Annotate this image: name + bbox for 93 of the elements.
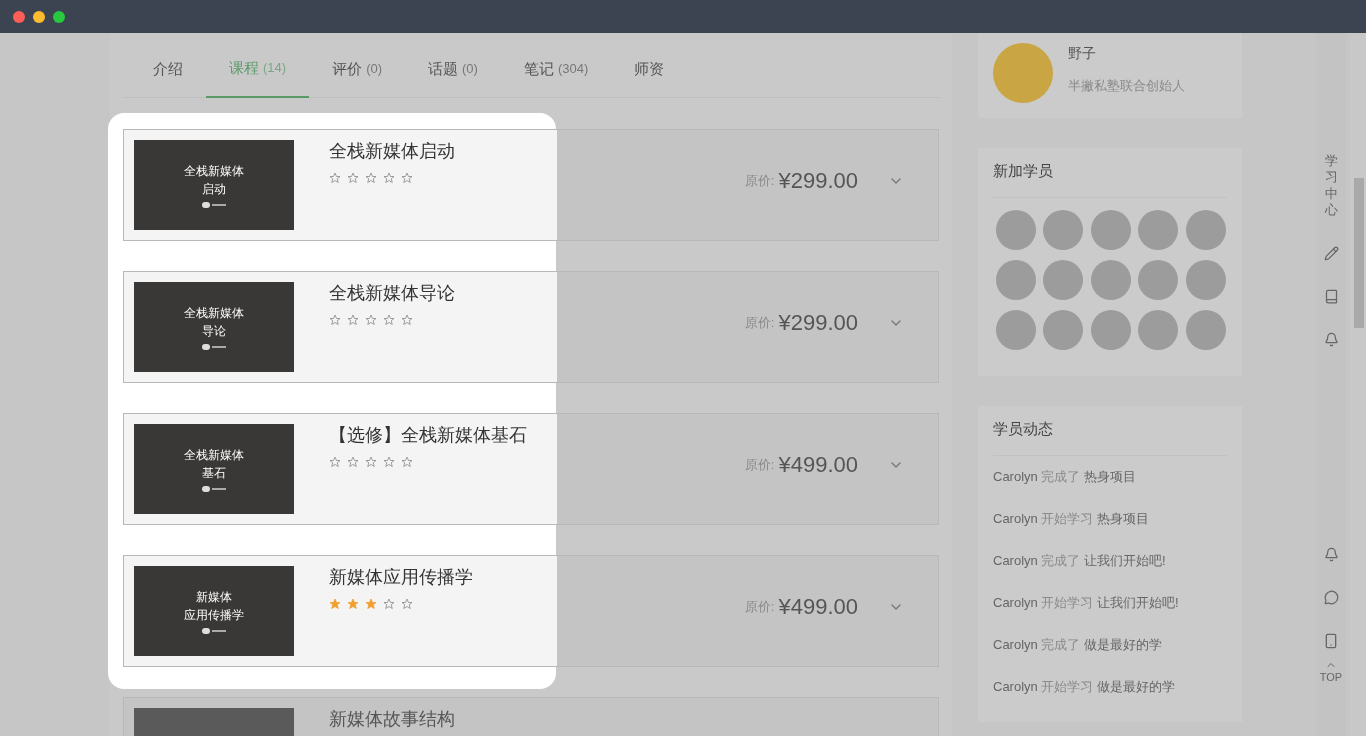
maximize-icon[interactable]	[53, 10, 65, 23]
empty-star-icon	[383, 456, 395, 468]
activity-entry: Carolyn 完成了 做是最好的学	[993, 635, 1164, 654]
course-price: ¥499.00	[778, 451, 858, 479]
price-label: 原价:	[744, 455, 775, 474]
filled-star-icon	[365, 598, 377, 610]
course-title[interactable]: 全栈新媒体启动	[329, 140, 455, 162]
activity-entry: Carolyn 完成了 让我们开始吧!	[993, 551, 1167, 570]
thumbnail-caption: 全栈新媒体	[184, 305, 244, 322]
thumbnail-caption: 导论	[202, 323, 226, 340]
teacher-role: 半撇私塾联合创始人	[1068, 77, 1185, 95]
thumbnail-caption: 启动	[202, 181, 226, 198]
student-avatar[interactable]	[1185, 209, 1226, 250]
course-price: ¥499.00	[778, 593, 858, 621]
bell-icon[interactable]	[1323, 332, 1339, 347]
student-avatar[interactable]	[1090, 309, 1131, 350]
course-card[interactable]: 全栈新媒体 启动 全栈新媒体启动	[124, 130, 557, 240]
section-title: 新加学员	[993, 160, 1227, 198]
teacher-avatar	[993, 43, 1053, 103]
filled-star-icon	[329, 598, 341, 610]
price-label: 原价:	[744, 313, 775, 332]
student-avatar[interactable]	[1138, 259, 1179, 300]
logo-icon	[202, 202, 226, 208]
section-title: 学员动态	[993, 418, 1227, 456]
price-label: 原价:	[744, 597, 775, 616]
empty-star-icon	[401, 598, 413, 610]
empty-star-icon	[347, 172, 359, 184]
student-avatar[interactable]	[1043, 259, 1084, 300]
activity-entry: Carolyn 完成了 热身项目	[993, 467, 1138, 486]
tab[interactable]: 话题 (0)	[405, 40, 501, 98]
empty-star-icon	[365, 172, 377, 184]
course-card[interactable]: 新媒体故事结构	[124, 698, 557, 736]
minimize-icon[interactable]	[33, 10, 45, 23]
empty-star-icon	[365, 456, 377, 468]
bell-icon[interactable]	[1323, 547, 1339, 562]
course-card[interactable]: 全栈新媒体 基石 【选修】全栈新媒体基石	[124, 414, 557, 524]
empty-star-icon	[329, 172, 341, 184]
student-avatar[interactable]	[996, 259, 1036, 300]
student-avatar[interactable]	[1090, 209, 1131, 250]
teacher-name: 野子	[1068, 44, 1097, 63]
course-title[interactable]: 新媒体故事结构	[329, 708, 455, 730]
empty-star-icon	[365, 314, 377, 326]
book-icon[interactable]	[1323, 289, 1339, 304]
course-title[interactable]: 全栈新媒体导论	[329, 282, 455, 304]
chat-icon[interactable]	[1323, 590, 1339, 605]
price-label: 原价:	[744, 171, 775, 190]
thumbnail-caption: 全栈新媒体	[184, 447, 244, 464]
close-icon[interactable]	[13, 10, 25, 23]
course-price: ¥299.00	[778, 309, 858, 337]
course-card[interactable]: 全栈新媒体 导论 全栈新媒体导论	[124, 272, 557, 382]
thumbnail-caption: 新媒体	[196, 589, 232, 606]
student-avatar[interactable]	[1185, 259, 1226, 300]
empty-star-icon	[383, 598, 395, 610]
empty-star-icon	[383, 314, 395, 326]
logo-icon	[202, 486, 226, 492]
student-avatar[interactable]	[1043, 309, 1084, 350]
empty-star-icon	[347, 456, 359, 468]
empty-star-icon	[347, 314, 359, 326]
tab[interactable]: 师资	[611, 40, 688, 98]
thumbnail-caption: 基石	[202, 465, 226, 482]
student-avatar[interactable]	[1090, 259, 1131, 300]
thumbnail-caption: 应用传播学	[184, 607, 244, 624]
course-title[interactable]: 新媒体应用传播学	[329, 566, 473, 588]
activity-entry: Carolyn 开始学习 让我们开始吧!	[993, 593, 1180, 612]
course-card[interactable]: 新媒体 应用传播学 新媒体应用传播学	[124, 556, 557, 666]
student-avatar[interactable]	[996, 309, 1036, 350]
logo-icon	[202, 628, 226, 634]
phone-icon[interactable]	[1323, 633, 1339, 649]
scrollbar-thumb[interactable]	[1354, 178, 1364, 328]
student-avatar[interactable]	[1138, 209, 1179, 250]
empty-star-icon	[383, 172, 395, 184]
learning-center-link[interactable]: 学习中心	[1324, 153, 1338, 218]
course-price: ¥299.00	[778, 167, 858, 195]
activity-entry: Carolyn 开始学习 做是最好的学	[993, 677, 1177, 696]
activity-entry: Carolyn 开始学习 热身项目	[993, 509, 1151, 528]
empty-star-icon	[401, 172, 413, 184]
empty-star-icon	[329, 314, 341, 326]
student-avatar[interactable]	[996, 209, 1036, 250]
tab[interactable]: 介绍	[130, 40, 206, 98]
logo-icon	[202, 344, 226, 350]
course-title[interactable]: 【选修】全栈新媒体基石	[329, 424, 527, 446]
empty-star-icon	[329, 456, 341, 468]
pencil-icon[interactable]	[1323, 246, 1339, 261]
student-avatar[interactable]	[1185, 309, 1226, 350]
tab[interactable]: 评价 (0)	[309, 40, 405, 98]
empty-star-icon	[401, 456, 413, 468]
empty-star-icon	[401, 314, 413, 326]
filled-star-icon	[347, 598, 359, 610]
student-avatar[interactable]	[1043, 209, 1084, 250]
back-to-top-button[interactable]: TOP	[1319, 659, 1343, 683]
tab[interactable]: 笔记 (304)	[500, 40, 612, 98]
student-avatar[interactable]	[1138, 309, 1179, 350]
thumbnail-caption: 全栈新媒体	[184, 163, 244, 180]
